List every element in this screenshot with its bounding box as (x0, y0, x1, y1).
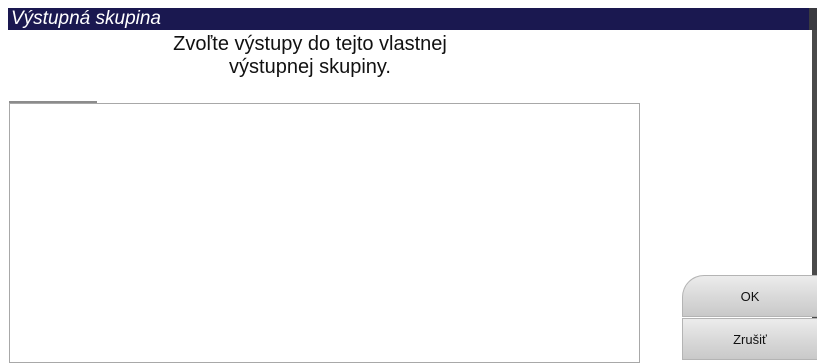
instruction-line-1: Zvoľte výstupy do tejto vlastnej (173, 33, 447, 55)
outputs-list[interactable] (9, 103, 640, 363)
title-bar-edge (809, 8, 817, 30)
instruction-line-2: výstupnej skupiny. (229, 56, 391, 78)
cancel-button[interactable]: Zrušiť (682, 318, 817, 360)
cancel-button-label: Zrušiť (733, 331, 767, 347)
ok-button-label: OK (740, 288, 760, 304)
instruction-text: Zvoľte výstupy do tejto vlastnej výstupn… (60, 33, 560, 79)
ok-button[interactable]: OK (682, 275, 817, 317)
window-title: Výstupná skupina (8, 8, 809, 30)
